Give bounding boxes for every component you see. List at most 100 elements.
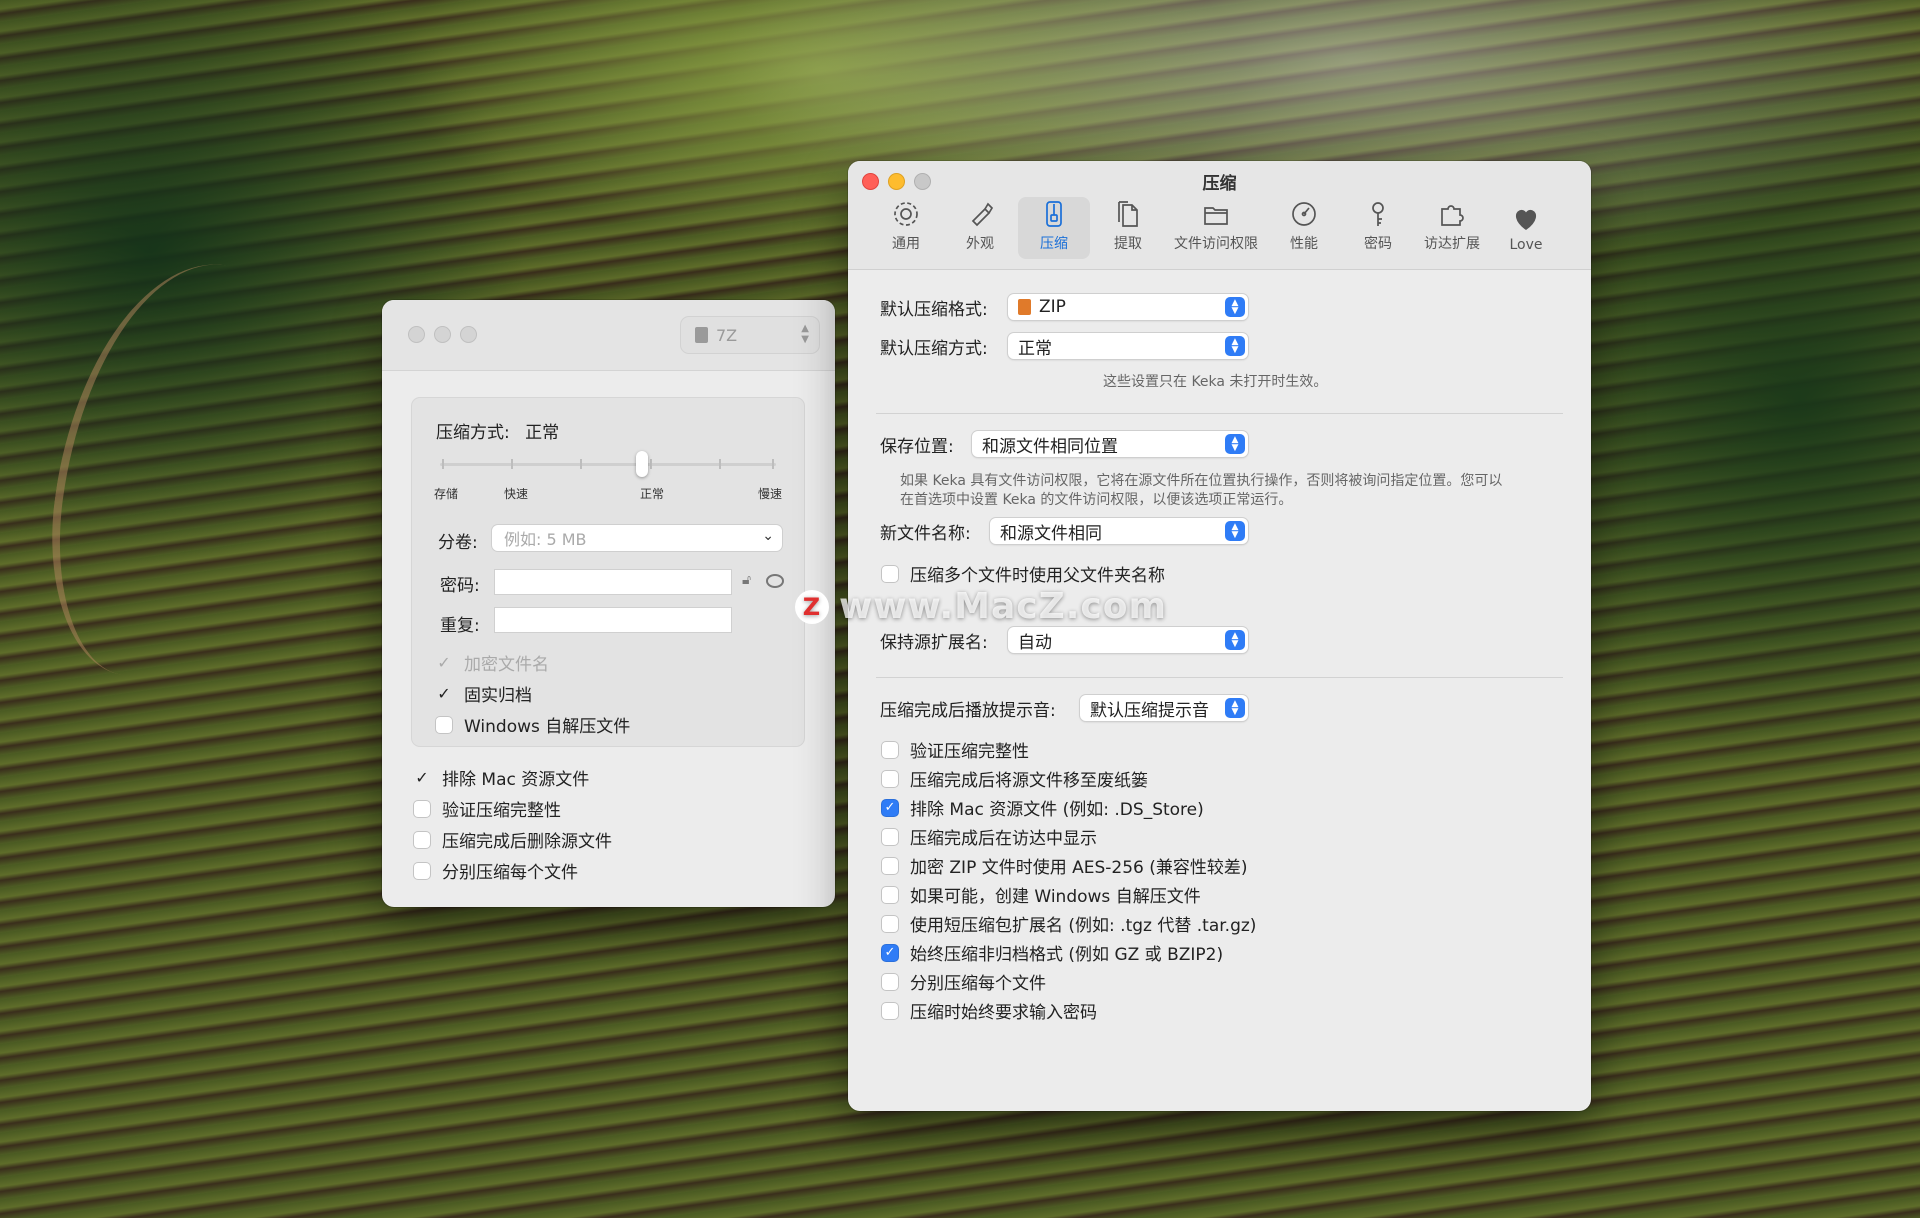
checkbox[interactable]	[882, 828, 898, 845]
checkbox[interactable]	[882, 973, 898, 990]
prefs-toolbar: 通用 外观 压缩 提取 文件访问权限 性能 密码 访达扩展 Love	[870, 197, 1562, 259]
compression-window: 7Z ▲ ▼ 压缩方式: 正常 存储 快速 正常 慢速 分卷: 例如: 5 MB …	[382, 300, 835, 907]
save-location-popup[interactable]: 和源文件相同位置 ▲ ▼	[972, 431, 1248, 457]
slider-tick	[511, 459, 513, 469]
parent-folder-name-label: 压缩多个文件时使用父文件夹名称	[910, 566, 1165, 586]
documents-icon	[1118, 201, 1138, 227]
option-checkbox-row[interactable]: 压缩完成后删除源文件	[414, 827, 612, 852]
option-checkbox-row[interactable]: 加密 ZIP 文件时使用 AES-256 (兼容性较差)	[882, 853, 1248, 878]
windows-sfx-checkbox-row[interactable]: Windows 自解压文件	[436, 712, 630, 737]
repeat-password-field[interactable]	[495, 608, 731, 632]
lock-open-icon[interactable]: 🔓︎	[742, 572, 751, 588]
speed-slider-track[interactable]	[440, 463, 776, 466]
checkbox[interactable]	[882, 741, 898, 758]
format-selector[interactable]: 7Z ▲ ▼	[681, 317, 819, 353]
checkbox[interactable]	[882, 565, 898, 582]
chevron-updown-icon: ▲ ▼	[1225, 698, 1245, 718]
watermark: Z www.MacZ.com	[795, 586, 1167, 627]
toolbar-tab-label: 提取	[1114, 236, 1142, 252]
checkbox[interactable]	[882, 886, 898, 903]
sound-popup[interactable]: 默认压缩提示音 ▲ ▼	[1080, 695, 1248, 721]
option-label: 压缩完成后删除源文件	[442, 832, 612, 852]
toolbar-tab-label: 外观	[966, 236, 994, 252]
password-field[interactable]	[495, 570, 731, 594]
watermark-badge: Z	[795, 589, 829, 624]
checkbox[interactable]: ✓	[436, 684, 452, 703]
background-road	[31, 246, 317, 694]
close-button[interactable]	[408, 326, 425, 343]
default-format-popup[interactable]: ZIP ▲ ▼	[1008, 294, 1248, 320]
keep-extension-popup[interactable]: 自动 ▲ ▼	[1008, 627, 1248, 653]
compression-prefs-pane: 默认压缩格式: ZIP ▲ ▼ 默认压缩方式: 正常 ▲ ▼ 这些设置只在 Keka…	[848, 270, 1591, 1111]
chevron-updown-icon: ▲ ▼	[801, 323, 809, 345]
zoom-button[interactable]	[460, 326, 477, 343]
option-checkbox-row[interactable]: 压缩时始终要求输入密码	[882, 998, 1097, 1023]
slider-tick	[772, 459, 774, 469]
eye-icon[interactable]	[766, 574, 784, 588]
toolbar-tab-label: 性能	[1290, 236, 1318, 252]
file-access-note-line1: 如果 Keka 具有文件访问权限，它将在源文件所在位置执行操作，否则将被询问指定…	[900, 473, 1503, 489]
watermark-text: www.MacZ.com	[839, 586, 1167, 627]
checkbox[interactable]	[882, 1002, 898, 1019]
split-combo[interactable]: 例如: 5 MB ⌄	[492, 525, 782, 551]
checkbox[interactable]: ✓	[882, 799, 898, 816]
speed-label-store: 存储	[434, 487, 459, 501]
speed-label-slow: 慢速	[758, 487, 783, 501]
toolbar-tab-brush[interactable]: 外观	[944, 197, 1016, 259]
toolbar-tab-documents[interactable]: 提取	[1092, 197, 1164, 259]
keep-extension-value: 自动	[1018, 632, 1052, 653]
solid-archive-checkbox-row[interactable]: ✓ 固实归档	[436, 681, 532, 706]
option-label: 使用短压缩包扩展名 (例如: .tgz 代替 .tar.gz)	[910, 916, 1257, 936]
toolbar-tab-zipper[interactable]: 压缩	[1018, 197, 1090, 259]
toolbar-tab-puzzle[interactable]: 访达扩展	[1416, 197, 1488, 259]
toolbar-tab-gear[interactable]: 通用	[870, 197, 942, 259]
parent-folder-name-checkbox-row[interactable]: 压缩多个文件时使用父文件夹名称	[882, 561, 1165, 586]
default-method-popup[interactable]: 正常 ▲ ▼	[1008, 333, 1248, 359]
checkbox[interactable]	[882, 857, 898, 874]
encrypt-names-checkbox-row[interactable]: ✓ 加密文件名	[436, 650, 549, 675]
toolbar-tab-heart[interactable]: Love	[1490, 197, 1562, 259]
option-checkbox-row[interactable]: 压缩完成后在访达中显示	[882, 824, 1097, 849]
option-label: 分别压缩每个文件	[910, 974, 1046, 994]
checkbox[interactable]	[436, 716, 452, 733]
speed-slider-knob[interactable]	[635, 451, 648, 477]
separator	[876, 677, 1563, 678]
checkbox[interactable]: ✓	[436, 653, 452, 672]
chevron-updown-icon: ▲ ▼	[1225, 521, 1245, 541]
option-checkbox-row[interactable]: 验证压缩完整性	[882, 737, 1029, 762]
option-checkbox-row[interactable]: 分别压缩每个文件	[882, 969, 1046, 994]
toolbar-tab-gauge[interactable]: 性能	[1268, 197, 1340, 259]
zip-file-icon	[1018, 299, 1031, 315]
toolbar-tab-label: 访达扩展	[1424, 236, 1480, 252]
option-checkbox-row[interactable]: 如果可能，创建 Windows 自解压文件	[882, 882, 1201, 907]
option-checkbox-row[interactable]: 压缩完成后将源文件移至废纸篓	[882, 766, 1148, 791]
option-label: 压缩完成后将源文件移至废纸篓	[910, 771, 1148, 791]
option-checkbox-row[interactable]: ✓ 始终压缩非归档格式 (例如 GZ 或 BZIP2)	[882, 940, 1223, 965]
option-checkbox-row[interactable]: 验证压缩完整性	[414, 796, 561, 821]
checkbox[interactable]	[882, 770, 898, 787]
slider-tick	[719, 459, 721, 469]
speed-label-fast: 快速	[504, 487, 529, 501]
toolbar-tab-folder[interactable]: 文件访问权限	[1166, 197, 1266, 259]
prefs-titlebar: 压缩 通用外观 压缩提取 文件访问权限性能 密码 访达扩展 Love	[848, 161, 1591, 270]
option-checkbox-row[interactable]: 分别压缩每个文件	[414, 858, 578, 883]
checkbox[interactable]	[414, 800, 430, 817]
option-checkbox-row[interactable]: ✓ 排除 Mac 资源文件 (例如: .DS_Store)	[882, 795, 1204, 820]
save-location-row: 保存位置: 和源文件相同位置 ▲ ▼	[880, 431, 1248, 457]
toolbar-tab-key[interactable]: 密码	[1342, 197, 1414, 259]
default-method-label: 默认压缩方式:	[880, 338, 988, 359]
keep-extension-row: 保持源扩展名: 自动 ▲ ▼	[880, 627, 1248, 653]
keka-closed-note: 这些设置只在 Keka 未打开时生效。	[1103, 374, 1328, 390]
checkbox[interactable]: ✓	[414, 768, 430, 787]
folder-icon	[1204, 207, 1228, 225]
option-checkbox-row[interactable]: 使用短压缩包扩展名 (例如: .tgz 代替 .tar.gz)	[882, 911, 1256, 936]
option-checkbox-row[interactable]: ✓ 排除 Mac 资源文件	[414, 765, 589, 790]
minimize-button[interactable]	[434, 326, 451, 343]
checkbox[interactable]: ✓	[882, 944, 898, 961]
default-format-value: ZIP	[1039, 297, 1066, 317]
checkbox[interactable]	[414, 862, 430, 879]
new-name-popup[interactable]: 和源文件相同 ▲ ▼	[990, 518, 1248, 544]
checkbox[interactable]	[414, 831, 430, 848]
keep-extension-label: 保持源扩展名:	[880, 632, 988, 653]
checkbox[interactable]	[882, 915, 898, 932]
